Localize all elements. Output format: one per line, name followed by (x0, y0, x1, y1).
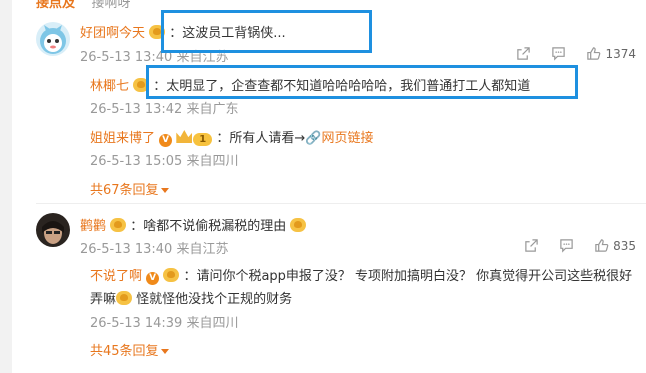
more-replies-button[interactable]: 共67条回复 (90, 179, 169, 198)
reply-text-line2: 弄嘛 (90, 292, 117, 307)
reply-time: 26-5-13 13:42 来自广东 (90, 102, 239, 117)
more-replies-label: 共67条回复 (90, 183, 159, 198)
verified-icon: V (159, 134, 173, 147)
share-icon[interactable] (516, 46, 531, 61)
highlight-box (161, 10, 372, 53)
emoji-icon (290, 218, 307, 232)
share-icon[interactable] (524, 238, 539, 253)
emoji-icon (116, 291, 133, 305)
more-replies-label: 共45条回复 (90, 344, 159, 359)
chevron-down-icon (160, 188, 169, 193)
reply-header: 不说了啊 V ：请问你个税app申报了没？ 专项附加搞明白没？ 你真觉得开公司这… (90, 265, 632, 285)
like-count: 1374 (605, 46, 636, 61)
previous-comment-fragment: 接点及 接啊呀 (36, 0, 131, 11)
verified-icon: V (146, 272, 160, 285)
fan-badge-icon (163, 268, 180, 282)
like-icon[interactable] (586, 46, 601, 61)
left-gutter (0, 0, 12, 373)
like-count: 835 (613, 238, 636, 253)
comment-time: 26-5-13 13:40 来自江苏 (80, 242, 229, 257)
fan-badge-icon (110, 218, 127, 232)
comment-text: ：啥都不说偷税漏税的理由 (130, 219, 287, 234)
reply-author[interactable]: 林椰七 (90, 79, 129, 94)
comment-actions: 835 (504, 238, 636, 253)
comment-header: 鹳鹳 ：啥都不说偷税漏税的理由 (80, 215, 307, 234)
divider (36, 203, 646, 204)
comment-icon[interactable] (551, 46, 566, 61)
reply-header: 姐姐来博了 V 1 ：所有人请看→🔗网页链接 (90, 127, 374, 147)
comment-actions: 1374 (496, 46, 636, 61)
previous-author: 接点及 (36, 0, 76, 11)
highlight-box (146, 65, 578, 99)
avatar[interactable] (36, 213, 70, 247)
web-link[interactable]: 网页链接 (322, 131, 374, 146)
chevron-down-icon (160, 349, 169, 354)
reply-text: ：所有人请看→ (216, 131, 306, 146)
reply-time: 26-5-13 14:39 来自四川 (90, 316, 239, 331)
reply-author[interactable]: 不说了啊 (90, 269, 142, 284)
crown-icon (176, 130, 193, 143)
reply-text-tail: 怪就怪他没找个正规的财务 (132, 292, 293, 307)
reply-text: ：请问你个税app申报了没？ 专项附加搞明白没？ 你真觉得开公司这些税很好 (183, 269, 633, 284)
comment-author[interactable]: 好团啊今天 (80, 26, 145, 41)
more-replies-button[interactable]: 共45条回复 (90, 340, 169, 359)
reply-text-continued: 弄嘛 怪就怪他没找个正规的财务 (90, 288, 292, 307)
link-icon[interactable]: 🔗 (305, 131, 321, 146)
previous-text: 接啊呀 (91, 0, 131, 11)
comment-author[interactable]: 鹳鹳 (80, 219, 106, 234)
avatar[interactable] (36, 22, 70, 56)
level-badge: 1 (193, 133, 213, 146)
reply-time: 26-5-13 15:05 来自四川 (90, 154, 239, 169)
reply-author[interactable]: 姐姐来博了 (90, 131, 155, 146)
comment-icon[interactable] (559, 238, 574, 253)
like-icon[interactable] (594, 238, 609, 253)
